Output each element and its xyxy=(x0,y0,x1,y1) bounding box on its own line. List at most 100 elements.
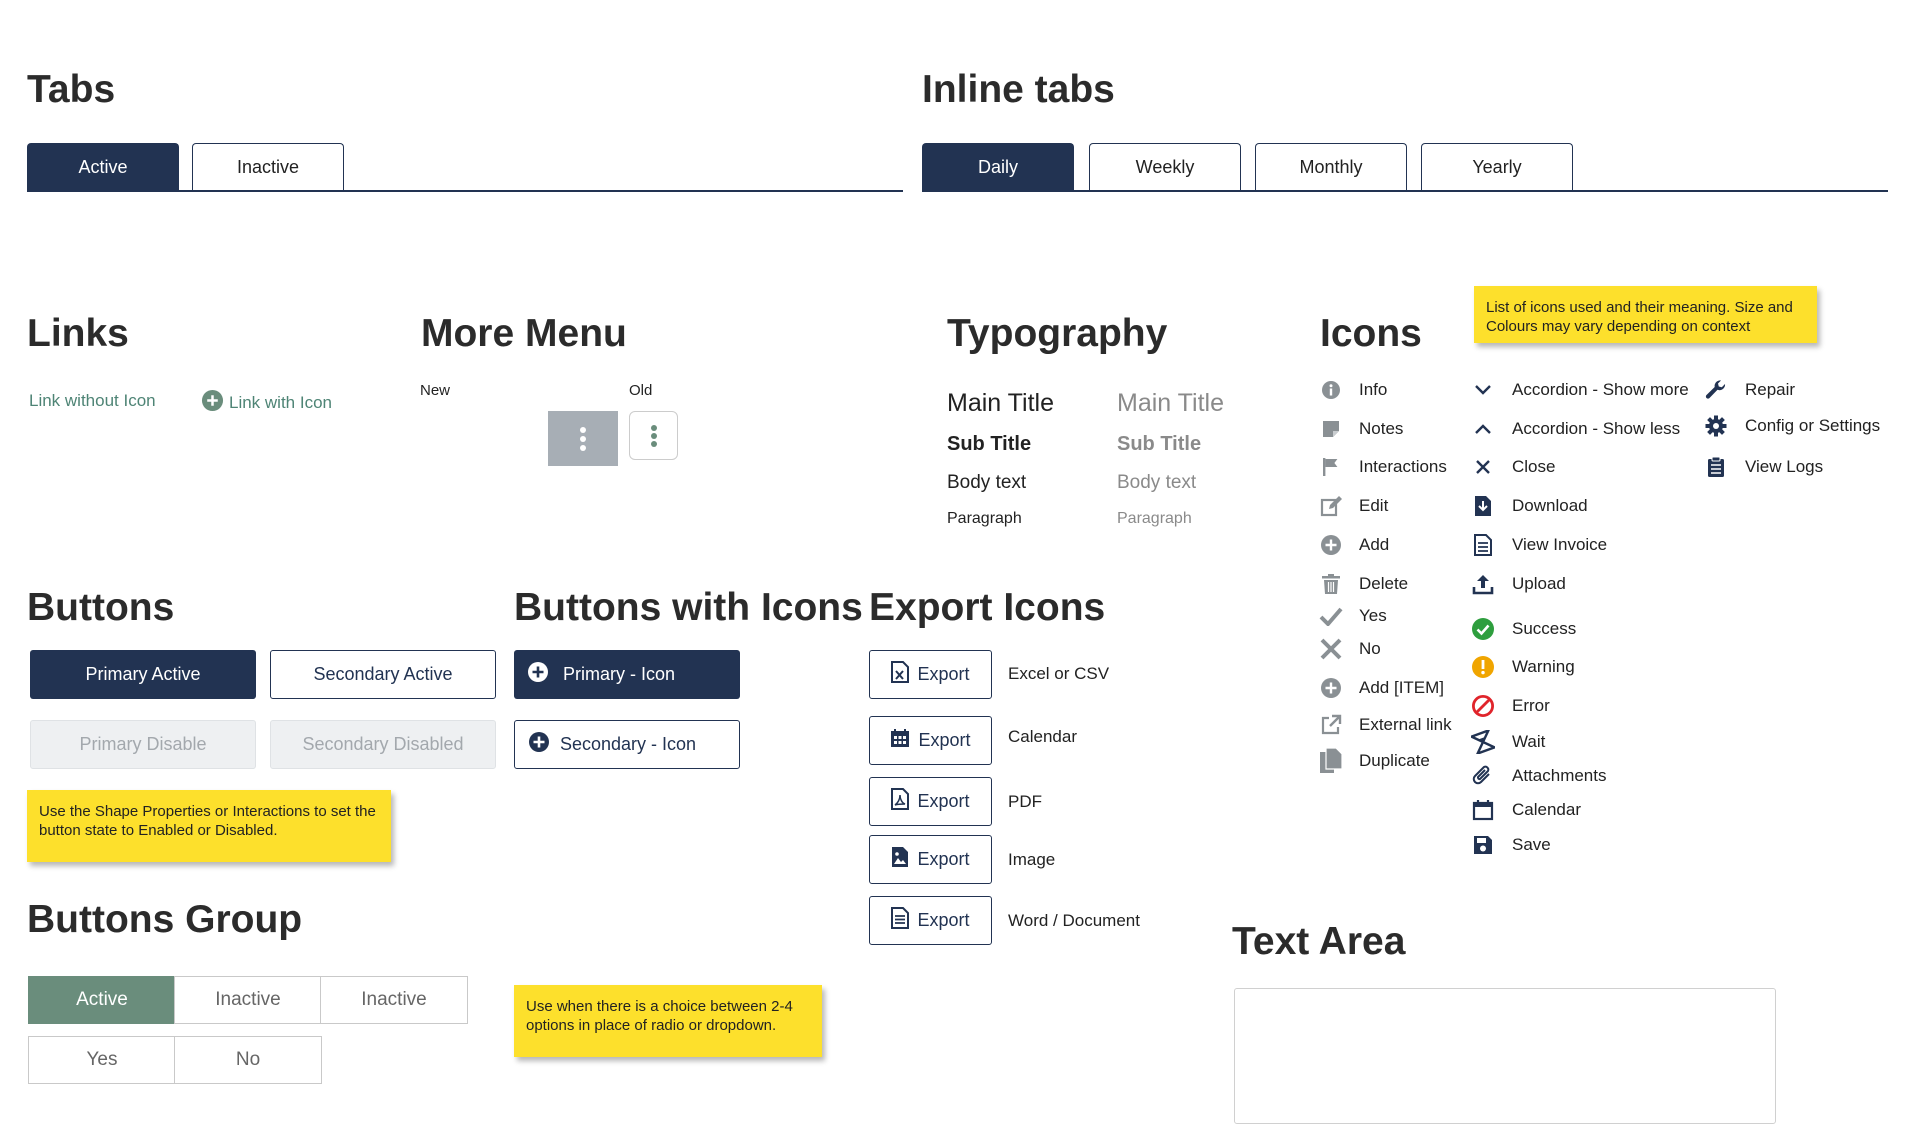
icon-label: Download xyxy=(1512,496,1588,515)
excel-file-icon xyxy=(891,661,910,688)
icon-label: Config or Settings xyxy=(1745,416,1881,435)
plus-circle-icon xyxy=(528,731,550,758)
group-button-inactive[interactable]: Inactive xyxy=(320,976,468,1024)
duplicate-icon xyxy=(1318,746,1344,776)
buttons-heading: Buttons xyxy=(27,586,175,629)
primary-icon-label: Primary - Icon xyxy=(563,664,676,684)
links-heading: Links xyxy=(27,312,129,355)
export-image-button[interactable]: Export xyxy=(869,835,992,884)
tab-monthly[interactable]: Monthly xyxy=(1255,143,1407,191)
icon-label: External link xyxy=(1359,715,1452,734)
invoice-icon xyxy=(1470,532,1496,558)
gear-icon xyxy=(1703,413,1729,439)
primary-icon-button[interactable]: Primary - Icon xyxy=(514,650,740,699)
export-label: Export xyxy=(918,730,971,750)
typo-main-title: Main Title xyxy=(947,389,1054,417)
trash-icon xyxy=(1318,571,1344,597)
export-label: Export xyxy=(917,664,970,684)
tab-yearly[interactable]: Yearly xyxy=(1421,143,1573,191)
calendar-grid-icon xyxy=(890,728,910,753)
icon-label: Add xyxy=(1359,535,1390,554)
icon-label: Duplicate xyxy=(1359,751,1430,770)
info-icon xyxy=(1318,377,1344,403)
icon-label: Error xyxy=(1512,696,1550,715)
wait-icon xyxy=(1470,729,1496,755)
add-item-icon xyxy=(1318,675,1344,701)
flag-icon xyxy=(1318,454,1344,480)
add-icon xyxy=(1318,532,1344,558)
secondary-disabled-button[interactable]: Secondary Disabled xyxy=(270,720,496,769)
tab-inactive[interactable]: Inactive xyxy=(192,143,344,191)
text-area-heading: Text Area xyxy=(1232,920,1406,963)
icon-label: View Invoice xyxy=(1512,535,1608,554)
buttons-group-note: Use when there is a choice between 2-4 o… xyxy=(514,985,822,1057)
plus-circle-icon xyxy=(527,661,549,688)
link-with-icon[interactable]: Link with Icon xyxy=(201,389,332,417)
upload-icon xyxy=(1470,571,1496,597)
export-type-label: Excel or CSV xyxy=(1008,664,1110,683)
clipboard-icon xyxy=(1703,454,1729,480)
export-icons-heading: Export Icons xyxy=(869,586,1106,629)
export-calendar-button[interactable]: Export xyxy=(869,716,992,765)
export-label: Export xyxy=(917,791,970,811)
close-icon xyxy=(1470,454,1496,480)
download-icon xyxy=(1470,493,1496,519)
more-menu-new-button[interactable] xyxy=(548,411,618,466)
icon-label: Wait xyxy=(1512,732,1546,751)
icon-label: Edit xyxy=(1359,496,1389,515)
pdf-file-icon xyxy=(891,788,910,815)
group-button-inactive[interactable]: Inactive xyxy=(174,976,322,1024)
secondary-icon-label: Secondary - Icon xyxy=(560,734,697,754)
secondary-active-button[interactable]: Secondary Active xyxy=(270,650,496,699)
tab-active[interactable]: Active xyxy=(27,143,179,191)
link-without-icon[interactable]: Link without Icon xyxy=(29,391,156,411)
typo-paragraph: Paragraph xyxy=(947,510,1022,527)
save-icon xyxy=(1470,832,1496,858)
icons-note: List of icons used and their meaning. Si… xyxy=(1474,286,1817,343)
export-excel-button[interactable]: Export xyxy=(869,650,992,699)
check-icon xyxy=(1318,603,1344,629)
icon-label: Attachments xyxy=(1512,766,1607,785)
tab-weekly[interactable]: Weekly xyxy=(1089,143,1241,191)
icon-label: Notes xyxy=(1359,419,1404,438)
export-word-button[interactable]: Export xyxy=(869,896,992,945)
wrench-icon xyxy=(1703,377,1729,403)
text-area-field[interactable] xyxy=(1234,988,1776,1124)
typo-body-text-light: Body text xyxy=(1117,472,1197,493)
secondary-icon-button[interactable]: Secondary - Icon xyxy=(514,720,740,769)
export-label: Export xyxy=(917,849,970,869)
tab-daily[interactable]: Daily xyxy=(922,143,1074,191)
more-menu-new-label: New xyxy=(420,382,451,399)
icon-label: Success xyxy=(1512,619,1577,638)
group-button-yes[interactable]: Yes xyxy=(28,1036,176,1084)
typo-sub-title: Sub Title xyxy=(947,433,1032,455)
more-menu-old-button[interactable] xyxy=(629,411,678,460)
external-link-icon xyxy=(1318,712,1344,738)
edit-icon xyxy=(1318,493,1344,519)
export-pdf-button[interactable]: Export xyxy=(869,777,992,826)
typo-sub-title-light: Sub Title xyxy=(1117,433,1202,455)
typo-paragraph-light: Paragraph xyxy=(1117,510,1192,527)
icon-label: View Logs xyxy=(1745,457,1824,476)
icon-label: Interactions xyxy=(1359,457,1447,476)
group-button-no[interactable]: No xyxy=(174,1036,322,1084)
more-menu-old-label: Old xyxy=(629,382,653,399)
export-label: Export xyxy=(917,910,970,930)
export-type-label: Image xyxy=(1008,850,1056,869)
error-icon xyxy=(1470,693,1496,719)
icon-label: Add [ITEM] xyxy=(1359,678,1445,697)
icon-label: Accordion - Show more xyxy=(1512,380,1689,399)
link-with-icon-label: Link with Icon xyxy=(229,393,332,412)
icon-label: Upload xyxy=(1512,574,1566,593)
export-type-label: Calendar xyxy=(1008,727,1077,746)
export-type-label: Word / Document xyxy=(1008,911,1140,930)
word-file-icon xyxy=(891,907,910,934)
buttons-icons-heading: Buttons with Icons xyxy=(514,586,863,629)
primary-active-button[interactable]: Primary Active xyxy=(30,650,256,699)
notes-icon xyxy=(1318,416,1344,442)
icon-label: Calendar xyxy=(1512,800,1581,819)
buttons-note: Use the Shape Properties or Interactions… xyxy=(27,790,391,862)
group-button-active[interactable]: Active xyxy=(28,976,176,1024)
primary-disabled-button[interactable]: Primary Disable xyxy=(30,720,256,769)
plus-circle-icon xyxy=(201,389,224,417)
